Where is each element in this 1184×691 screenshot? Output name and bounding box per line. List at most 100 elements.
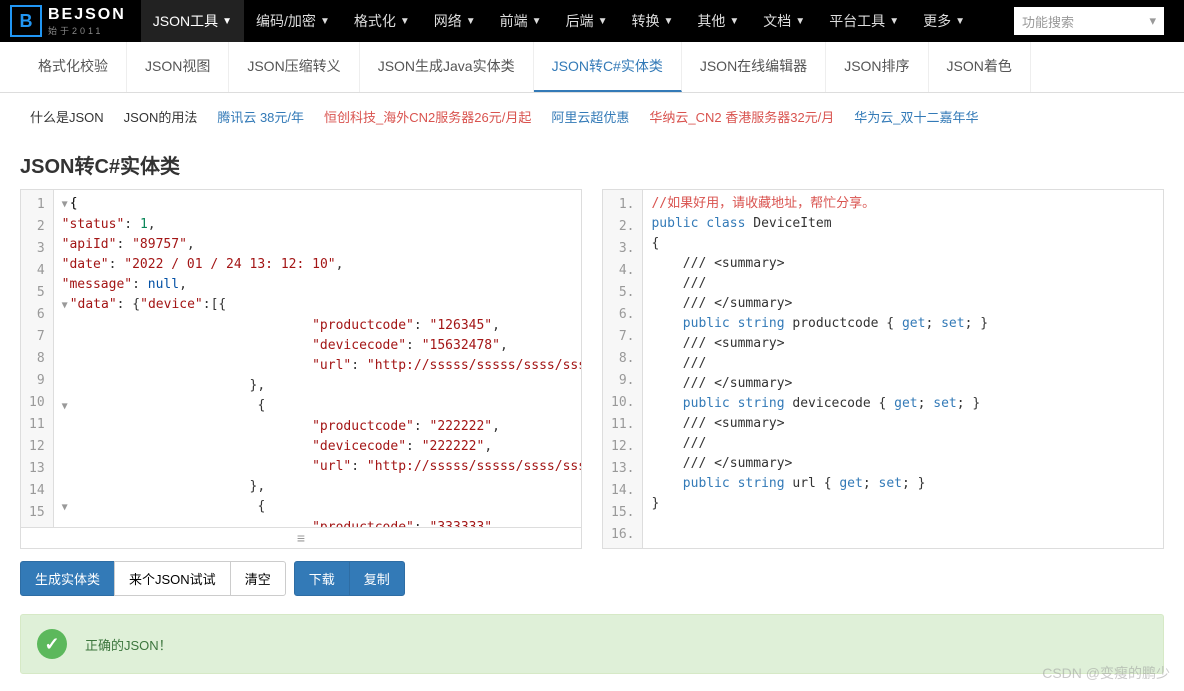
check-icon: ✓	[37, 629, 67, 659]
line-number: 2	[21, 216, 53, 238]
promo-link[interactable]: JSON的用法	[124, 107, 198, 126]
sub-nav-item[interactable]: JSON压缩转义	[229, 42, 359, 92]
code-line: public string url { get; set; }	[651, 474, 1155, 494]
nav-item[interactable]: 更多▼	[911, 0, 977, 42]
code-line: "url": "http://sssss/sssss/ssss/ssss"	[62, 356, 581, 376]
download-button[interactable]: 下载	[294, 561, 350, 596]
line-number: 13	[21, 458, 53, 480]
code-line: "devicecode": "222222",	[62, 437, 581, 457]
links-bar: 什么是JSON JSON的用法腾讯云 38元/年 恒创科技_海外CN2服务器26元/…	[0, 93, 1184, 140]
top-nav: B BEJSON 始于2011 JSON工具▼编码/加密▼格式化▼网络▼前端▼后…	[0, 0, 1184, 42]
editors: 1234567891011121314151617 ▼{"status": 1,…	[0, 189, 1184, 549]
nav-item[interactable]: 网络▼	[422, 0, 488, 42]
promo-link[interactable]: 腾讯云 38元/年	[217, 107, 304, 126]
nav-item[interactable]: 格式化▼	[342, 0, 422, 42]
promo-link[interactable]: 华为云_双十二嘉年华	[854, 107, 978, 126]
caret-down-icon: ▼	[222, 16, 232, 27]
caret-down-icon: ▼	[400, 16, 410, 27]
nav-item[interactable]: JSON工具▼	[141, 0, 244, 42]
code-line: ///	[651, 434, 1155, 454]
line-number: 8.	[603, 348, 642, 370]
nav-item[interactable]: 前端▼	[488, 0, 554, 42]
fold-arrow-icon[interactable]: ▼	[62, 199, 68, 210]
search-input[interactable]: 功能搜索 ▾	[1014, 7, 1164, 35]
code-line: /// </summary>	[651, 294, 1155, 314]
line-number: 12.	[603, 436, 642, 458]
sub-nav-item[interactable]: JSON转C#实体类	[534, 42, 682, 92]
sub-nav-item[interactable]: JSON排序	[826, 42, 928, 92]
line-number: 1.	[603, 194, 642, 216]
code-line: ▼ {	[62, 497, 581, 518]
promo-link[interactable]: 华纳云_CN2 香港服务器32元/月	[649, 107, 834, 126]
code-line: ///	[651, 274, 1155, 294]
line-number: 15	[21, 502, 53, 524]
fold-arrow-icon[interactable]: ▼	[62, 502, 68, 513]
code-line: public string productcode { get; set; }	[651, 314, 1155, 334]
line-number: 9.	[603, 370, 642, 392]
promo-link[interactable]: 阿里云超优惠	[551, 107, 629, 126]
nav-item[interactable]: 其他▼	[685, 0, 751, 42]
line-number: 9	[21, 370, 53, 392]
caret-down-icon: ▼	[466, 16, 476, 27]
logo-icon: B	[10, 5, 42, 37]
code-line: /// <summary>	[651, 334, 1155, 354]
code-line: public class DeviceItem	[651, 214, 1155, 234]
try-json-button[interactable]: 来个JSON试试	[114, 561, 231, 596]
caret-down-icon: ▾	[1149, 13, 1156, 29]
line-number: 16.	[603, 524, 642, 546]
line-number: 12	[21, 436, 53, 458]
page-title: JSON转C#实体类	[0, 140, 1184, 189]
logo-text: BEJSON	[48, 6, 126, 24]
fold-arrow-icon[interactable]: ▼	[62, 300, 68, 311]
line-number: 4	[21, 260, 53, 282]
caret-down-icon: ▼	[729, 16, 739, 27]
nav-item[interactable]: 转换▼	[619, 0, 685, 42]
promo-link[interactable]: 什么是JSON	[30, 107, 104, 126]
resize-grip-icon[interactable]: ≡	[21, 527, 581, 548]
line-number: 8	[21, 348, 53, 370]
line-number: 11.	[603, 414, 642, 436]
csharp-editor[interactable]: 1.2.3.4.5.6.7.8.9.10.11.12.13.14.15.16. …	[602, 189, 1164, 549]
line-number: 7	[21, 326, 53, 348]
line-number: 14	[21, 480, 53, 502]
promo-link[interactable]: 恒创科技_海外CN2服务器26元/月起	[324, 107, 531, 126]
logo[interactable]: B BEJSON 始于2011	[10, 5, 126, 37]
line-number: 10.	[603, 392, 642, 414]
code-line: /// </summary>	[651, 454, 1155, 474]
code-line: ///	[651, 354, 1155, 374]
code-line: public string devicecode { get; set; }	[651, 394, 1155, 414]
fold-arrow-icon[interactable]: ▼	[62, 401, 68, 412]
line-number: 2.	[603, 216, 642, 238]
generate-button[interactable]: 生成实体类	[20, 561, 115, 596]
copy-button[interactable]: 复制	[349, 561, 405, 596]
sub-nav-item[interactable]: JSON在线编辑器	[682, 42, 826, 92]
code-line: "productcode": "222222",	[62, 417, 581, 437]
nav-item[interactable]: 后端▼	[554, 0, 620, 42]
code-line: }	[651, 494, 1155, 514]
code-line: "apiId": "89757",	[62, 235, 581, 255]
nav-item[interactable]: 平台工具▼	[817, 0, 911, 42]
line-number: 4.	[603, 260, 642, 282]
code-line: },	[62, 477, 581, 497]
caret-down-icon: ▼	[889, 16, 899, 27]
line-number: 6	[21, 304, 53, 326]
nav-item[interactable]: 编码/加密▼	[244, 0, 342, 42]
sub-nav-item[interactable]: JSON生成Java实体类	[360, 42, 534, 92]
line-number: 13.	[603, 458, 642, 480]
code-line: "devicecode": "15632478",	[62, 336, 581, 356]
sub-nav-item[interactable]: JSON着色	[929, 42, 1031, 92]
line-number: 6.	[603, 304, 642, 326]
line-number: 1	[21, 194, 53, 216]
caret-down-icon: ▼	[795, 16, 805, 27]
sub-nav-item[interactable]: JSON视图	[127, 42, 229, 92]
code-line: /// </summary>	[651, 374, 1155, 394]
line-number: 15.	[603, 502, 642, 524]
code-line: /// <summary>	[651, 254, 1155, 274]
code-line: ▼"data": {"device":[{	[62, 295, 581, 316]
nav-item[interactable]: 文档▼	[751, 0, 817, 42]
code-line: /// <summary>	[651, 414, 1155, 434]
json-editor[interactable]: 1234567891011121314151617 ▼{"status": 1,…	[20, 189, 582, 549]
clear-button[interactable]: 清空	[230, 561, 286, 596]
sub-nav-item[interactable]: 格式化校验	[20, 42, 127, 92]
line-number: 7.	[603, 326, 642, 348]
